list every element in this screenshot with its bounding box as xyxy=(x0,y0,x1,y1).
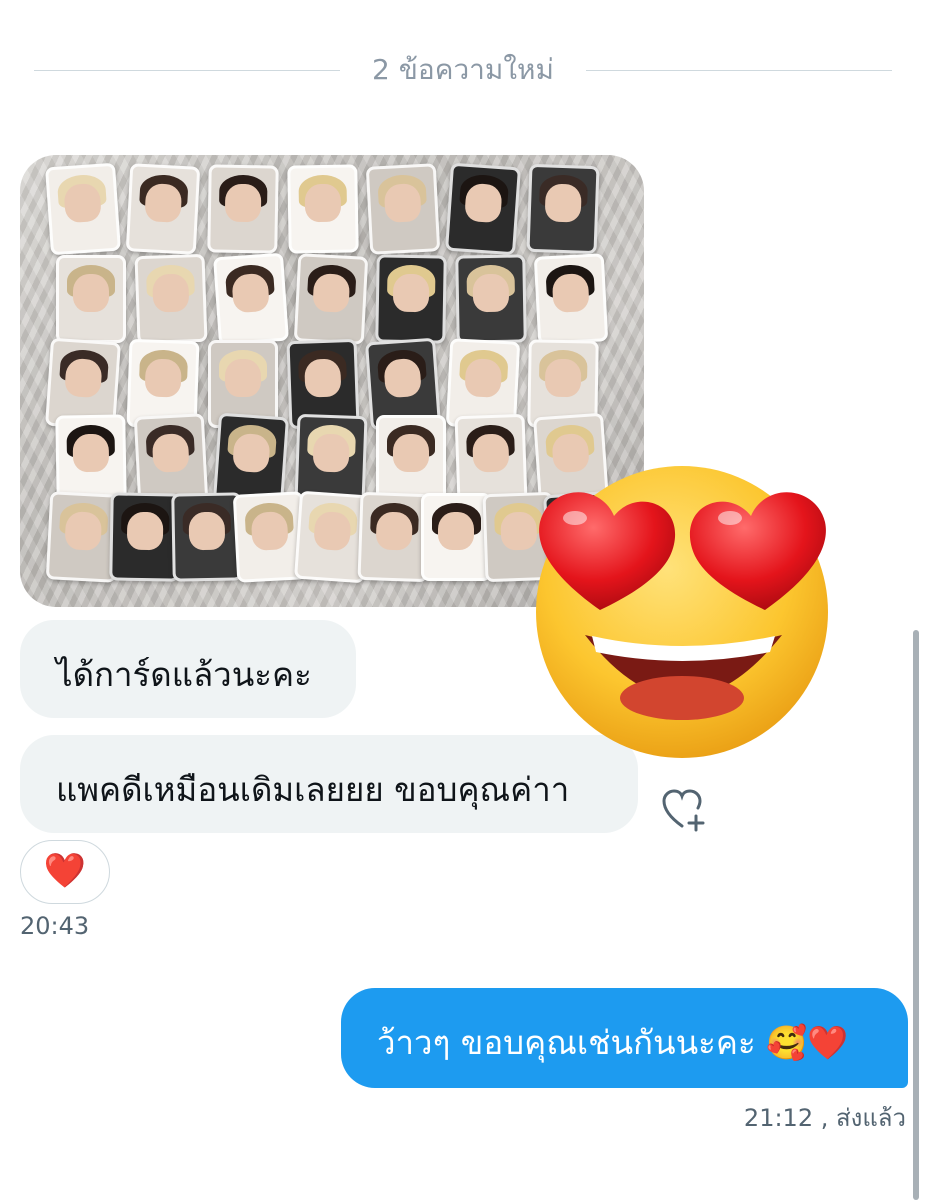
photo-card xyxy=(421,493,492,581)
photo-card xyxy=(533,253,609,345)
message-text: ว้าวๆ ขอบคุณเช่นกันนะคะ 🥰❤️ xyxy=(377,1023,849,1062)
new-messages-divider: 2 ข้อความใหม่ xyxy=(34,50,892,90)
message-text: ได้การ์ดแล้วนะคะ xyxy=(56,655,312,694)
photo-card xyxy=(134,253,208,345)
photo-card xyxy=(55,414,127,504)
photo-card xyxy=(45,162,121,256)
photo-card xyxy=(375,254,447,344)
incoming-message[interactable]: ได้การ์ดแล้วนะคะ xyxy=(20,620,356,718)
photo-card xyxy=(213,412,289,506)
incoming-timestamp: 20:43 xyxy=(20,912,90,940)
new-messages-label: 2 ข้อความใหม่ xyxy=(372,53,554,86)
heart-reaction[interactable]: ❤️ xyxy=(20,840,110,904)
photo-card xyxy=(109,492,181,582)
photo-card xyxy=(376,415,446,503)
outgoing-timestamp-status: 21:12 , ส่งแล้ว xyxy=(743,1104,906,1132)
photo-card xyxy=(207,164,279,254)
reaction-emoji: ❤️ xyxy=(43,851,87,891)
heart-plus-icon[interactable] xyxy=(660,786,712,834)
photo-card xyxy=(365,163,441,255)
photo-card xyxy=(526,163,600,255)
photo-card xyxy=(125,163,201,255)
photo-card xyxy=(213,252,289,346)
divider-line-left xyxy=(34,70,340,71)
photo-card xyxy=(357,491,431,583)
message-text: แพคดีเหมือนเดิมเลยยย ขอบคุณค่าา xyxy=(56,770,570,809)
photo-card xyxy=(445,162,521,256)
photo-card xyxy=(287,164,359,254)
photo-card xyxy=(455,254,527,344)
photo-card xyxy=(293,253,369,345)
photo-card xyxy=(56,255,126,343)
photo-card xyxy=(454,413,528,505)
divider-line-right xyxy=(586,70,892,71)
heart-eyes-emoji xyxy=(530,460,835,760)
outgoing-message[interactable]: ว้าวๆ ขอบคุณเช่นกันนะคะ 🥰❤️ xyxy=(341,988,908,1088)
photo-card xyxy=(133,413,209,505)
scrollbar[interactable] xyxy=(913,630,919,1200)
